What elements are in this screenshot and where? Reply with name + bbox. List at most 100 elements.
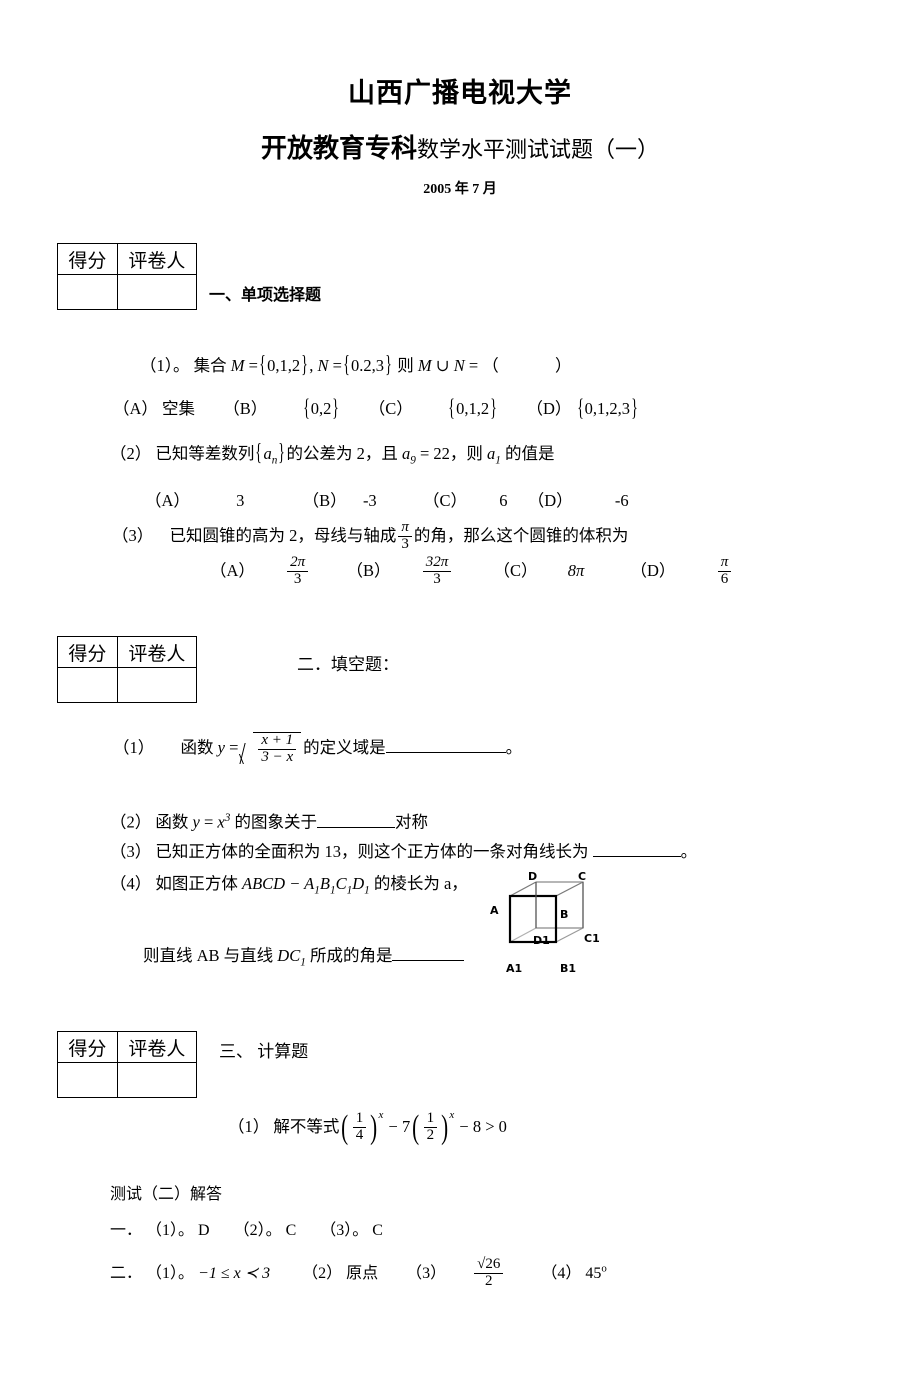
q3-option-d-den: 6 bbox=[717, 570, 732, 588]
c1-text-a: 解不等式 bbox=[273, 1117, 340, 1137]
document-header: 山西广播电视大学 开放教育专科数学水平测试试题（一） 2005 年 7 月 bbox=[0, 0, 920, 198]
answers-b3-label: （3） bbox=[406, 1264, 447, 1282]
q2-term-sub: 9 bbox=[410, 454, 416, 467]
q1-option-b-label[interactable]: （B） bbox=[223, 399, 267, 418]
q1-option-b-text[interactable]: 0,2 bbox=[311, 399, 332, 418]
c1-power-2: (1 2)x bbox=[412, 1108, 455, 1146]
answers-b4-degree: o bbox=[601, 1262, 607, 1275]
c1-frac2-num: 1 bbox=[426, 1110, 435, 1126]
exam-title-light: 数学水平测试试题（一） bbox=[417, 137, 660, 163]
q2-common-difference: 2 bbox=[356, 444, 365, 463]
cube-vertex-A1: A1 bbox=[506, 962, 523, 975]
q1-answer-paren-open: （ bbox=[482, 356, 499, 375]
score-table: 得分 评卷人 bbox=[57, 243, 198, 310]
q2-option-a-value[interactable]: 3 bbox=[236, 491, 244, 510]
cube-vertex-D1: D1 bbox=[533, 934, 550, 947]
c1-frac2-den: 2 bbox=[423, 1126, 438, 1144]
q2-option-b-label[interactable]: （B） bbox=[303, 491, 347, 510]
f1-answer-blank[interactable] bbox=[385, 738, 506, 754]
section-title-1: 一、单项选择题 bbox=[209, 285, 322, 304]
fill-question-2: （2） 函数 y = x3 的图象关于 对称 bbox=[110, 810, 428, 835]
choice-question-1: （1）。 集合 M ={0,1,2}, N ={0.2,3} 则 M ∪ N =… bbox=[140, 352, 572, 379]
q1-option-d-text[interactable]: 0,1,2,3 bbox=[585, 399, 630, 418]
f2-text-a: 函数 bbox=[155, 812, 189, 832]
f4-line2-b: 所成的角是 bbox=[309, 946, 393, 965]
answers-b1-value: −1 ≤ x ≺ 3 bbox=[198, 1264, 271, 1282]
q1-option-c-text[interactable]: 0,1,2 bbox=[456, 399, 489, 418]
answers-heading: 测试（二）解答 bbox=[110, 1186, 223, 1203]
q3-option-c-label[interactable]: （C） bbox=[493, 561, 537, 580]
q3-option-b-fraction[interactable]: 32π 3 bbox=[422, 554, 452, 588]
f4-solid-name4: D bbox=[352, 874, 365, 893]
answers-b3-fraction: √26 2 bbox=[474, 1256, 504, 1290]
answers-a3-value: C bbox=[372, 1222, 383, 1239]
answers-b3-num: √26 bbox=[477, 1256, 501, 1272]
c1-frac1-den: 4 bbox=[352, 1126, 367, 1144]
score-label: 得分 bbox=[57, 1031, 118, 1063]
f2-exponent: 3 bbox=[224, 812, 231, 824]
q3-option-b-label[interactable]: （B） bbox=[346, 561, 390, 580]
fill-question-4-line2: 则直线 AB 与直线 DC1 所成的角是 bbox=[143, 944, 465, 971]
q3-angle-fraction: π3 bbox=[398, 519, 412, 553]
q2-option-d-value[interactable]: -6 bbox=[615, 491, 629, 510]
q2-target-sub: 1 bbox=[495, 454, 501, 467]
fill-question-3: （3） 已知正方体的全面积为 13，则这个正方体的一条对角线长为 。 bbox=[110, 840, 697, 865]
answers-a2-label: （2）。 bbox=[233, 1222, 282, 1239]
f3-number: （3） bbox=[110, 842, 152, 861]
f3-tail: 。 bbox=[680, 842, 698, 861]
answers-b1-label: （1）。 bbox=[146, 1264, 195, 1282]
q3-option-c-value[interactable]: 8π bbox=[568, 561, 585, 580]
q1-answer-paren-close: ） bbox=[555, 356, 572, 375]
f1-sqrt: x + 13 − x bbox=[240, 732, 302, 767]
q2-text-c: ，且 bbox=[364, 444, 398, 463]
grader-value-cell[interactable] bbox=[116, 667, 198, 703]
score-box-section-2: 得分 评卷人 二．填空题： bbox=[57, 636, 399, 703]
q2-text-d: ，则 bbox=[449, 444, 483, 463]
f4-line2-sub: 1 bbox=[300, 956, 306, 969]
f3-answer-blank[interactable] bbox=[592, 842, 681, 857]
q3-option-a-fraction[interactable]: 2π 3 bbox=[287, 554, 309, 588]
answers-a1-label: （1）。 bbox=[146, 1222, 195, 1239]
q3-option-d-fraction[interactable]: π6 bbox=[717, 554, 732, 588]
f3-text-a: 已知正方体的全面积为 bbox=[155, 842, 321, 861]
exam-title-bold: 开放教育专科 bbox=[260, 134, 417, 165]
f2-fn-var: y bbox=[192, 812, 200, 832]
q2-option-b-value[interactable]: -3 bbox=[363, 491, 377, 510]
section-title-2: 二．填空题： bbox=[297, 655, 399, 674]
q1-stem-mid: 则 bbox=[397, 356, 414, 375]
score-value-cell[interactable] bbox=[57, 667, 118, 703]
q2-option-d-label[interactable]: （D） bbox=[528, 491, 573, 510]
q2-term-symbol: a bbox=[401, 444, 411, 463]
score-value-cell[interactable] bbox=[57, 274, 118, 310]
f4-solid-sub4: 1 bbox=[364, 884, 370, 897]
f1-tail: 。 bbox=[505, 738, 523, 758]
cube-vertex-C1: C1 bbox=[584, 932, 600, 945]
cube-vertex-B1: B1 bbox=[560, 962, 577, 975]
answers-b3-den: 2 bbox=[474, 1272, 504, 1290]
q2-option-c-label[interactable]: （C） bbox=[423, 491, 467, 510]
q3-option-d-label[interactable]: （D） bbox=[631, 561, 676, 580]
q3-angle-den: 3 bbox=[398, 535, 412, 553]
c1-operator-1: − 7 bbox=[388, 1117, 411, 1137]
answers-b2-value: 原点 bbox=[346, 1264, 379, 1282]
exam-date: 2005 年 7 月 bbox=[423, 181, 497, 197]
q3-option-a-label[interactable]: （A） bbox=[210, 561, 255, 580]
grader-value-cell[interactable] bbox=[116, 274, 198, 310]
q2-option-c-value[interactable]: 6 bbox=[499, 491, 507, 510]
q2-number: （2） bbox=[110, 444, 152, 463]
q1-option-a-text[interactable]: 空集 bbox=[162, 399, 195, 418]
f2-number: （2） bbox=[110, 812, 152, 832]
f2-base: x bbox=[217, 812, 225, 832]
f1-text-a: 函数 bbox=[180, 738, 214, 758]
c1-power2-exp: x bbox=[449, 1109, 455, 1121]
q2-option-a-label[interactable]: （A） bbox=[145, 491, 190, 510]
f2-answer-blank[interactable] bbox=[316, 813, 395, 828]
grader-value-cell[interactable] bbox=[116, 1062, 198, 1098]
f4-answer-blank[interactable] bbox=[392, 946, 465, 961]
score-value-cell[interactable] bbox=[57, 1062, 118, 1098]
q1-number: （1）。 bbox=[140, 356, 190, 375]
q3-text-b: ，母线与轴成 bbox=[297, 526, 397, 546]
q1-option-c-label[interactable]: （C） bbox=[369, 399, 413, 418]
q1-option-d-label[interactable]: （D） bbox=[526, 399, 571, 418]
q1-option-a-label[interactable]: （A） bbox=[113, 399, 158, 418]
